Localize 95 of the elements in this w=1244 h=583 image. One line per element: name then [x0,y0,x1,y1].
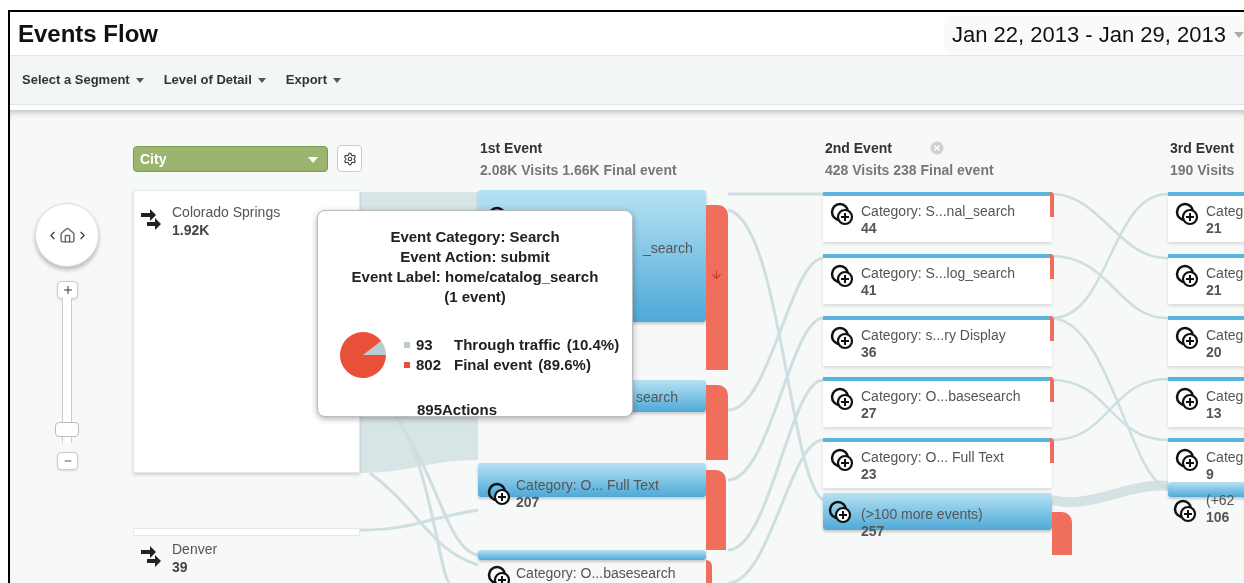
source-name: Denver [172,541,218,557]
legend-label: Final event [454,355,533,375]
caret-icon [332,77,341,83]
plus-circle-icon[interactable] [830,448,854,472]
tooltip-total: 895Actions [417,400,498,420]
event-label: Categ [1206,203,1244,219]
event-label: Categ [1206,449,1244,465]
exit-bar[interactable] [706,560,712,583]
legend-percent: (10.4%) [566,335,620,355]
event-count: 106 [1206,509,1230,525]
source-name: Colorado Springs [172,204,281,220]
zoom-in-button[interactable] [57,281,78,299]
plus-circle-icon[interactable] [830,387,854,411]
plus-circle-icon[interactable] [487,565,511,583]
event-node[interactable] [823,254,1052,304]
event-count: 21 [1206,282,1222,298]
legend-label: Through traffic [454,335,561,355]
plus-circle-icon[interactable] [830,202,854,226]
plus-circle-icon[interactable] [1175,326,1199,350]
caret-icon [257,77,266,83]
plus-circle-icon[interactable] [1175,264,1199,288]
event-label: Category: O...basesearch [516,565,676,581]
column-title: 3rd Event [1170,140,1234,156]
plus-circle-icon[interactable] [830,264,854,288]
plus-circle-icon[interactable] [1175,387,1199,411]
event-count: 9 [1206,466,1214,482]
source-count: 1.92K [172,222,210,238]
event-node[interactable] [1168,316,1244,366]
event-count: 41 [861,282,877,298]
event-label: Category: S...log_search [861,265,1016,281]
event-node[interactable] [478,550,706,560]
event-count: 23 [861,466,877,482]
tooltip-line: Event Action: submit [400,247,550,267]
column-stats: 190 Visits [1170,162,1235,178]
tooltip-line: Event Label: home/catalog_search [351,267,599,287]
source-count: 39 [172,559,188,575]
event-count: 207 [516,494,540,510]
event-label: Category: O...basesearch [861,388,1021,404]
column-stats: 428 Visits 238 Final event [825,162,994,178]
event-label: Categ [1206,265,1244,281]
home-icon[interactable] [58,226,76,244]
event-count: 44 [861,220,877,236]
caret-icon [308,157,318,163]
event-node[interactable] [823,316,1052,366]
arrows-icon [141,207,163,231]
column-title: 2nd Event [825,140,892,156]
settings-icon [342,151,357,166]
toolbar-menu[interactable]: Export [285,70,341,90]
event-label: (+62 [1206,492,1235,508]
tooltip-line: Event Category: Search [390,227,560,247]
tooltip-line: (1 event) [444,287,506,307]
legend-percent: (89.6%) [538,355,591,375]
caret-icon [135,77,144,83]
event-label: _search [643,240,693,256]
date-range-picker[interactable]: Jan 22, 2013 - Jan 29, 2013 [944,15,1244,54]
event-label: Category: O... Full Text [516,477,659,493]
event-label: Category: O... Full Text [861,449,1004,465]
plus-circle-icon[interactable] [1173,499,1197,523]
event-label: search [636,389,679,405]
plus-circle-icon[interactable] [830,326,854,350]
column-title: 1st Event [480,140,543,156]
plus-circle-icon[interactable] [1175,448,1199,472]
arrows-icon [141,544,163,568]
event-node[interactable] [1168,377,1244,427]
legend-value: 93 [416,335,434,355]
legend-value: 802 [416,355,443,375]
event-node[interactable] [1168,254,1244,304]
plus-circle-icon[interactable] [1175,202,1199,226]
event-label: Categ [1206,327,1244,343]
event-count: 20 [1206,344,1222,360]
event-label: Categ [1206,388,1244,404]
event-label: Category: S...nal_search [861,203,1016,219]
event-node[interactable] [823,438,1052,488]
event-label: (>100 more events) [861,506,983,522]
plus-circle-icon[interactable] [487,482,511,506]
event-count: 36 [861,344,877,360]
zoom-slider-thumb[interactable] [55,421,79,437]
column-stats: 2.08K Visits 1.66K Final event [480,162,677,178]
event-node[interactable] [823,192,1052,242]
page-title: Events Flow [18,18,159,49]
plus-icon [61,284,74,296]
source-node[interactable] [133,528,360,536]
event-node[interactable] [1168,192,1244,242]
arrow-down-icon [710,268,723,281]
toolbar-menu[interactable]: Select a Segment [22,70,144,90]
event-count: 13 [1206,405,1222,421]
toolbar-menu[interactable]: Level of Detail [163,70,266,90]
plus-circle-icon[interactable] [828,500,852,524]
event-node[interactable] [478,463,706,497]
event-label: Category: s...ry Display [861,327,1006,343]
caret-icon [1234,31,1244,38]
settings-button[interactable] [337,145,362,172]
event-node[interactable] [823,377,1052,427]
event-count: 27 [861,405,877,421]
event-count: 21 [1206,220,1222,236]
